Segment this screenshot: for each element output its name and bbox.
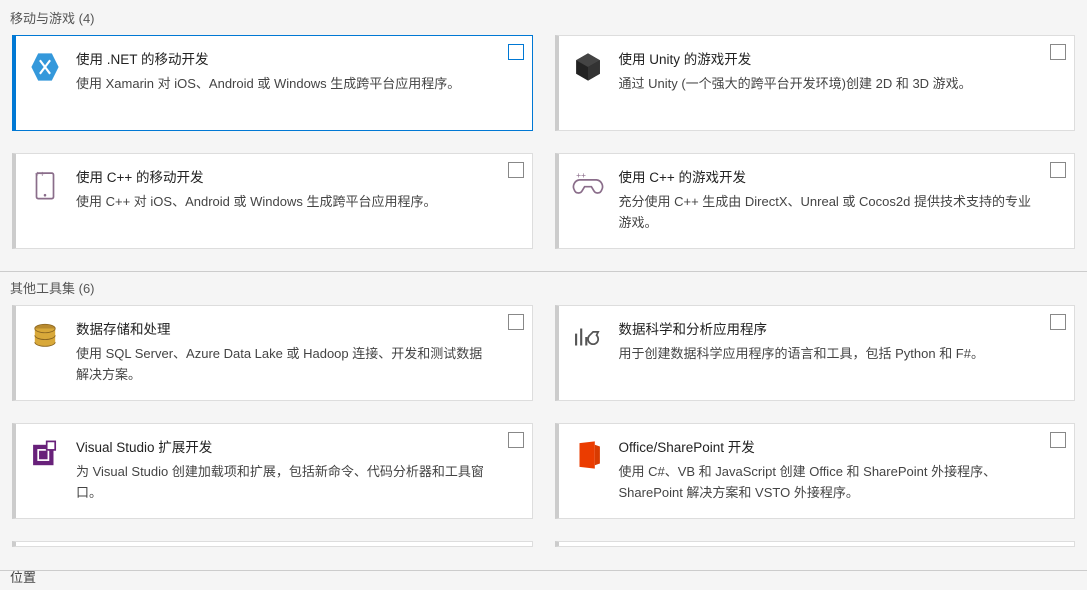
card-desc: 用于创建数据科学应用程序的语言和工具，包括 Python 和 F#。 bbox=[619, 344, 1037, 365]
card-desc: 使用 C#、VB 和 JavaScript 创建 Office 和 ShareP… bbox=[619, 462, 1037, 504]
location-label: 位置 bbox=[10, 567, 36, 586]
card-checkbox[interactable] bbox=[1050, 162, 1066, 178]
svg-text:++: ++ bbox=[35, 169, 45, 179]
workload-card-data-storage[interactable]: 数据存储和处理 使用 SQL Server、Azure Data Lake 或 … bbox=[12, 305, 533, 401]
database-icon bbox=[28, 320, 62, 354]
workload-card-xamarin[interactable]: 使用 .NET 的移动开发 使用 Xamarin 对 iOS、Android 或… bbox=[12, 35, 533, 131]
footer-divider bbox=[0, 570, 1087, 571]
card-desc: 通过 Unity (一个强大的跨平台开发环境)创建 2D 和 3D 游戏。 bbox=[619, 74, 1037, 95]
card-desc: 使用 C++ 对 iOS、Android 或 Windows 生成跨平台应用程序… bbox=[76, 192, 494, 213]
xamarin-icon bbox=[28, 50, 62, 84]
vs-extension-icon bbox=[28, 438, 62, 472]
card-checkbox[interactable] bbox=[1050, 432, 1066, 448]
card-title: 数据存储和处理 bbox=[76, 318, 494, 338]
card-checkbox[interactable] bbox=[508, 162, 524, 178]
card-title: Visual Studio 扩展开发 bbox=[76, 436, 494, 456]
card-checkbox[interactable] bbox=[508, 432, 524, 448]
section-header-other-toolsets: 其他工具集 (6) bbox=[0, 271, 1087, 305]
partial-next-row bbox=[0, 541, 1087, 547]
cards-grid-other-toolsets: 数据存储和处理 使用 SQL Server、Azure Data Lake 或 … bbox=[0, 305, 1087, 541]
card-checkbox[interactable] bbox=[1050, 44, 1066, 60]
card-desc: 充分使用 C++ 生成由 DirectX、Unreal 或 Cocos2d 提供… bbox=[619, 192, 1037, 234]
card-title: 使用 C++ 的游戏开发 bbox=[619, 166, 1037, 186]
mobile-cpp-icon: ++ bbox=[28, 168, 62, 202]
card-desc: 使用 Xamarin 对 iOS、Android 或 Windows 生成跨平台… bbox=[76, 74, 494, 95]
gamepad-icon: ++ bbox=[571, 168, 605, 202]
card-title: 使用 C++ 的移动开发 bbox=[76, 166, 494, 186]
section-title: 其他工具集 (6) bbox=[10, 281, 95, 296]
workload-card-vs-extension[interactable]: Visual Studio 扩展开发 为 Visual Studio 创建加载项… bbox=[12, 423, 533, 519]
card-checkbox[interactable] bbox=[508, 314, 524, 330]
workload-card-partial[interactable] bbox=[12, 541, 533, 547]
workload-card-unity[interactable]: 使用 Unity 的游戏开发 通过 Unity (一个强大的跨平台开发环境)创建… bbox=[555, 35, 1076, 131]
workload-card-data-science[interactable]: 数据科学和分析应用程序 用于创建数据科学应用程序的语言和工具，包括 Python… bbox=[555, 305, 1076, 401]
card-checkbox[interactable] bbox=[1050, 314, 1066, 330]
svg-text:++: ++ bbox=[576, 170, 586, 180]
workload-card-game-cpp[interactable]: ++ 使用 C++ 的游戏开发 充分使用 C++ 生成由 DirectX、Unr… bbox=[555, 153, 1076, 249]
card-desc: 为 Visual Studio 创建加载项和扩展，包括新命令、代码分析器和工具窗… bbox=[76, 462, 494, 504]
card-title: 使用 .NET 的移动开发 bbox=[76, 48, 494, 68]
workload-card-partial[interactable] bbox=[555, 541, 1076, 547]
cards-grid-mobile-gaming: 使用 .NET 的移动开发 使用 Xamarin 对 iOS、Android 或… bbox=[0, 35, 1087, 271]
section-header-mobile-gaming: 移动与游戏 (4) bbox=[0, 2, 1087, 35]
unity-icon bbox=[571, 50, 605, 84]
section-title: 移动与游戏 (4) bbox=[10, 11, 95, 26]
workload-card-mobile-cpp[interactable]: ++ 使用 C++ 的移动开发 使用 C++ 对 iOS、Android 或 W… bbox=[12, 153, 533, 249]
card-title: 数据科学和分析应用程序 bbox=[619, 318, 1037, 338]
workload-card-office-sharepoint[interactable]: Office/SharePoint 开发 使用 C#、VB 和 JavaScri… bbox=[555, 423, 1076, 519]
card-desc: 使用 SQL Server、Azure Data Lake 或 Hadoop 连… bbox=[76, 344, 494, 386]
datascience-icon bbox=[571, 320, 605, 354]
card-title: 使用 Unity 的游戏开发 bbox=[619, 48, 1037, 68]
card-checkbox[interactable] bbox=[508, 44, 524, 60]
office-icon bbox=[571, 438, 605, 472]
card-title: Office/SharePoint 开发 bbox=[619, 436, 1037, 456]
workloads-scroll[interactable]: 移动与游戏 (4) 使用 .NET 的移动开发 使用 Xamarin 对 iOS… bbox=[0, 0, 1087, 570]
